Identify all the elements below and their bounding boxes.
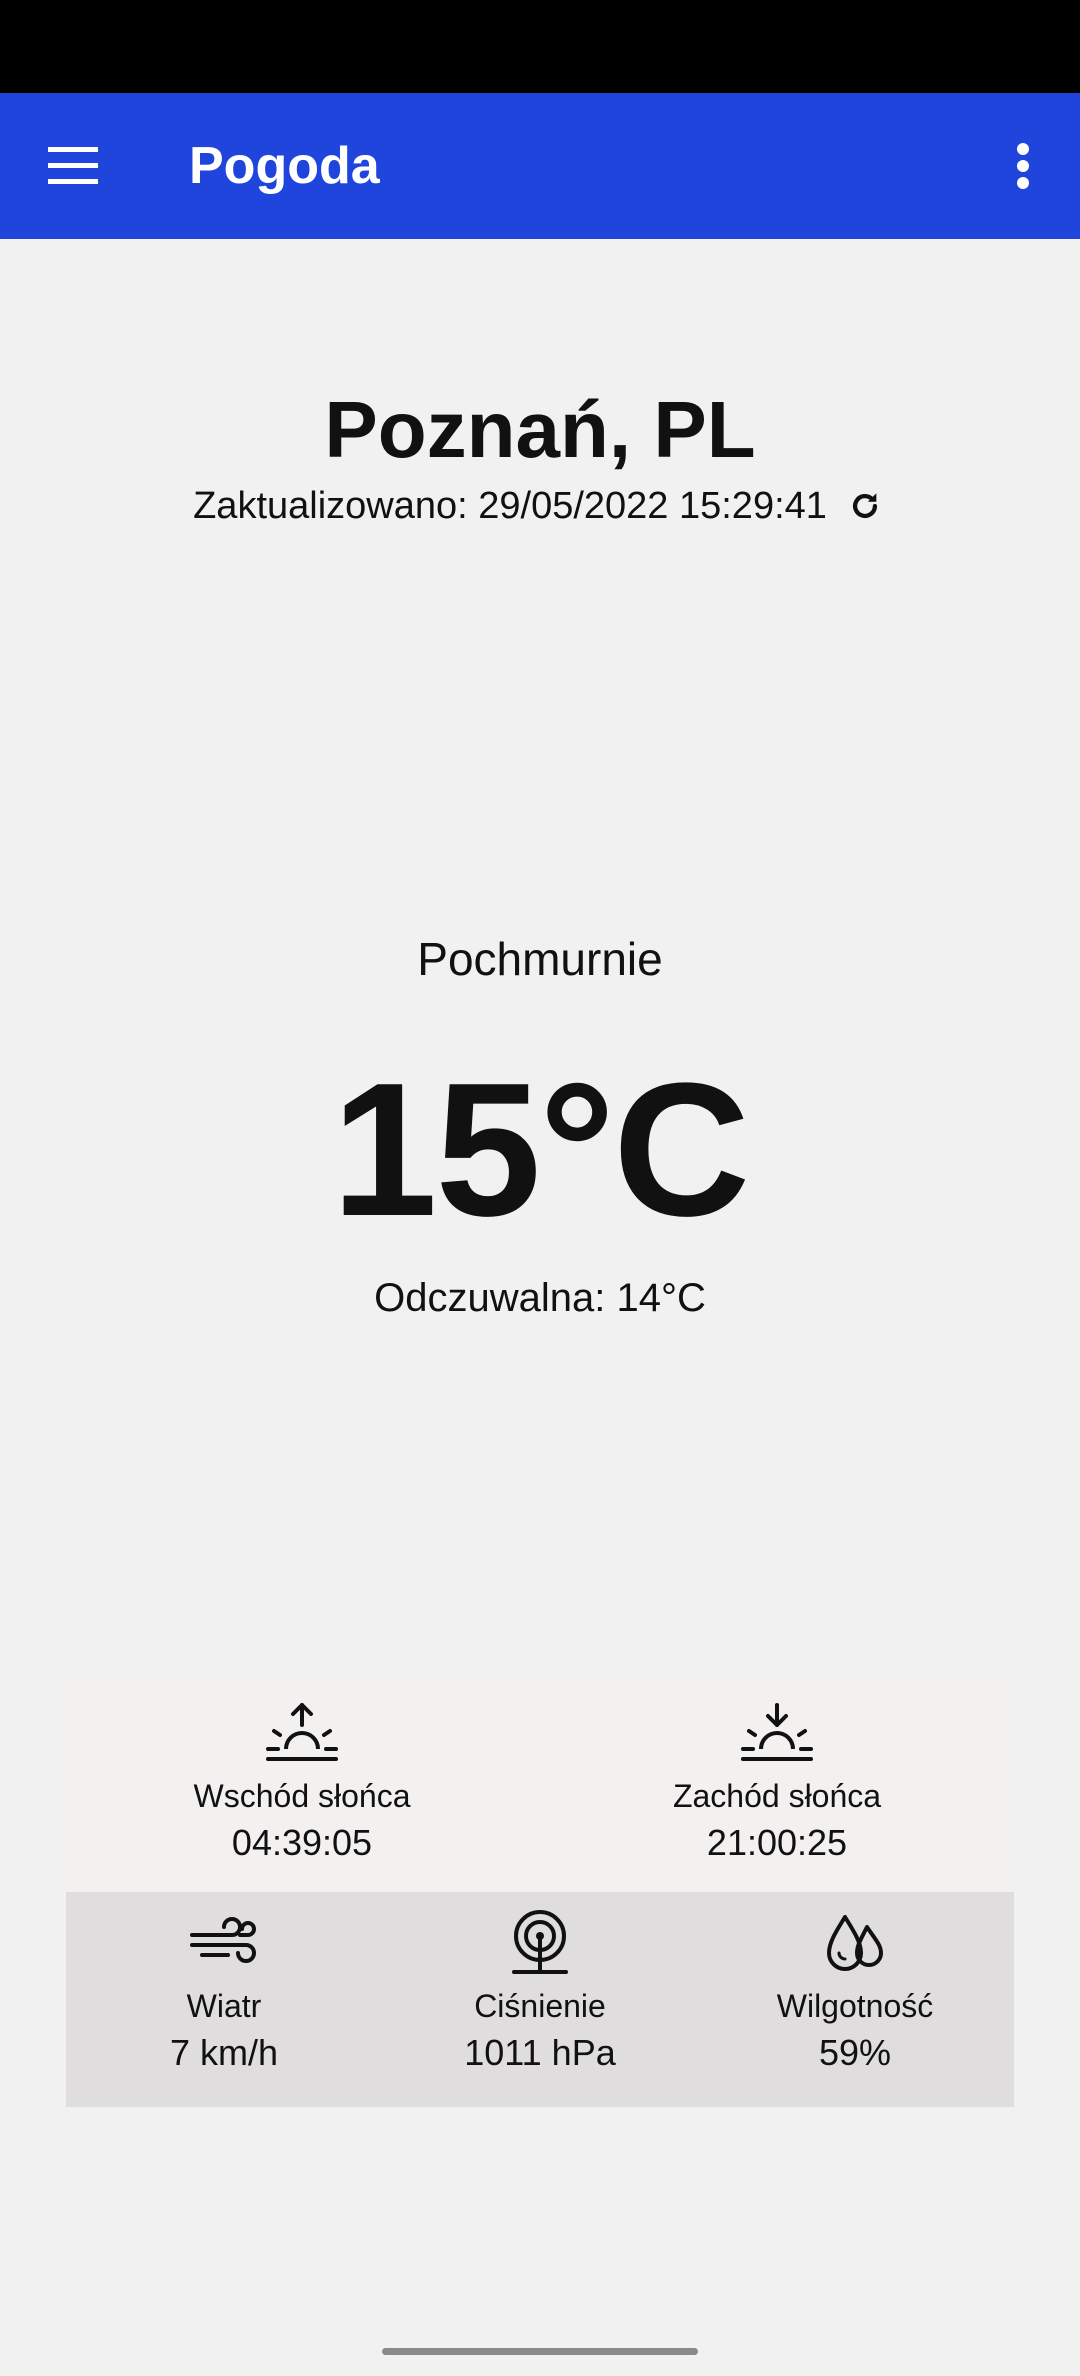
humidity-label: Wilgotność xyxy=(776,1988,934,2024)
pressure-label: Ciśnienie xyxy=(474,1988,606,2024)
sunset-value: 21:00:25 xyxy=(706,1822,848,1863)
refresh-icon xyxy=(852,493,877,519)
pressure-gauge-icon xyxy=(500,1908,580,1978)
feels-like-temperature: Odczuwalna: 14°C xyxy=(374,1276,706,1320)
wind-label: Wiatr xyxy=(186,1988,262,2024)
overflow-menu-button[interactable] xyxy=(990,125,1056,207)
sunrise-value: 04:39:05 xyxy=(231,1822,373,1863)
sunrise-icon xyxy=(262,1698,342,1768)
refresh-button[interactable] xyxy=(843,484,887,528)
wind-cell: Wiatr 7 km/h xyxy=(124,1908,324,2078)
weather-condition: Pochmurnie xyxy=(417,933,663,985)
pressure-value: 1011 hPa xyxy=(464,2032,616,2073)
current-temperature: 15°C xyxy=(331,1044,751,1256)
home-indicator[interactable] xyxy=(382,2348,698,2355)
sunrise-cell: Wschód słońca 04:39:05 xyxy=(194,1698,411,1868)
status-bar xyxy=(0,0,1080,93)
wind-value: 7 km/h xyxy=(169,2032,279,2073)
city-name: Poznań, PL xyxy=(324,385,756,474)
menu-button[interactable] xyxy=(28,125,118,207)
pressure-cell: Ciśnienie 1011 hPa xyxy=(430,1908,650,2078)
app-title: Pogoda xyxy=(189,137,380,195)
more-vert-icon xyxy=(1017,143,1029,189)
humidity-value: 59% xyxy=(818,2032,892,2073)
sun-times-panel: Wschód słońca 04:39:05 Zachód słońca 21:… xyxy=(66,1676,1014,1892)
sunset-cell: Zachód słońca 21:00:25 xyxy=(667,1698,887,1868)
sunset-icon xyxy=(737,1698,817,1768)
sunrise-label: Wschód słońca xyxy=(193,1778,411,1814)
wind-icon xyxy=(184,1908,264,1978)
last-updated-text: Zaktualizowano: 29/05/2022 15:29:41 xyxy=(193,485,827,527)
humidity-drops-icon xyxy=(815,1908,895,1978)
sunset-label: Zachód słońca xyxy=(672,1778,882,1814)
humidity-cell: Wilgotność 59% xyxy=(745,1908,965,2078)
hamburger-menu-icon xyxy=(48,147,98,184)
app-bar: Pogoda xyxy=(0,93,1080,239)
last-updated-row: Zaktualizowano: 29/05/2022 15:29:41 xyxy=(0,480,1080,532)
weather-details-panel: Wiatr 7 km/h Ciśnienie 1011 hPa Wilgotno… xyxy=(66,1892,1014,2107)
